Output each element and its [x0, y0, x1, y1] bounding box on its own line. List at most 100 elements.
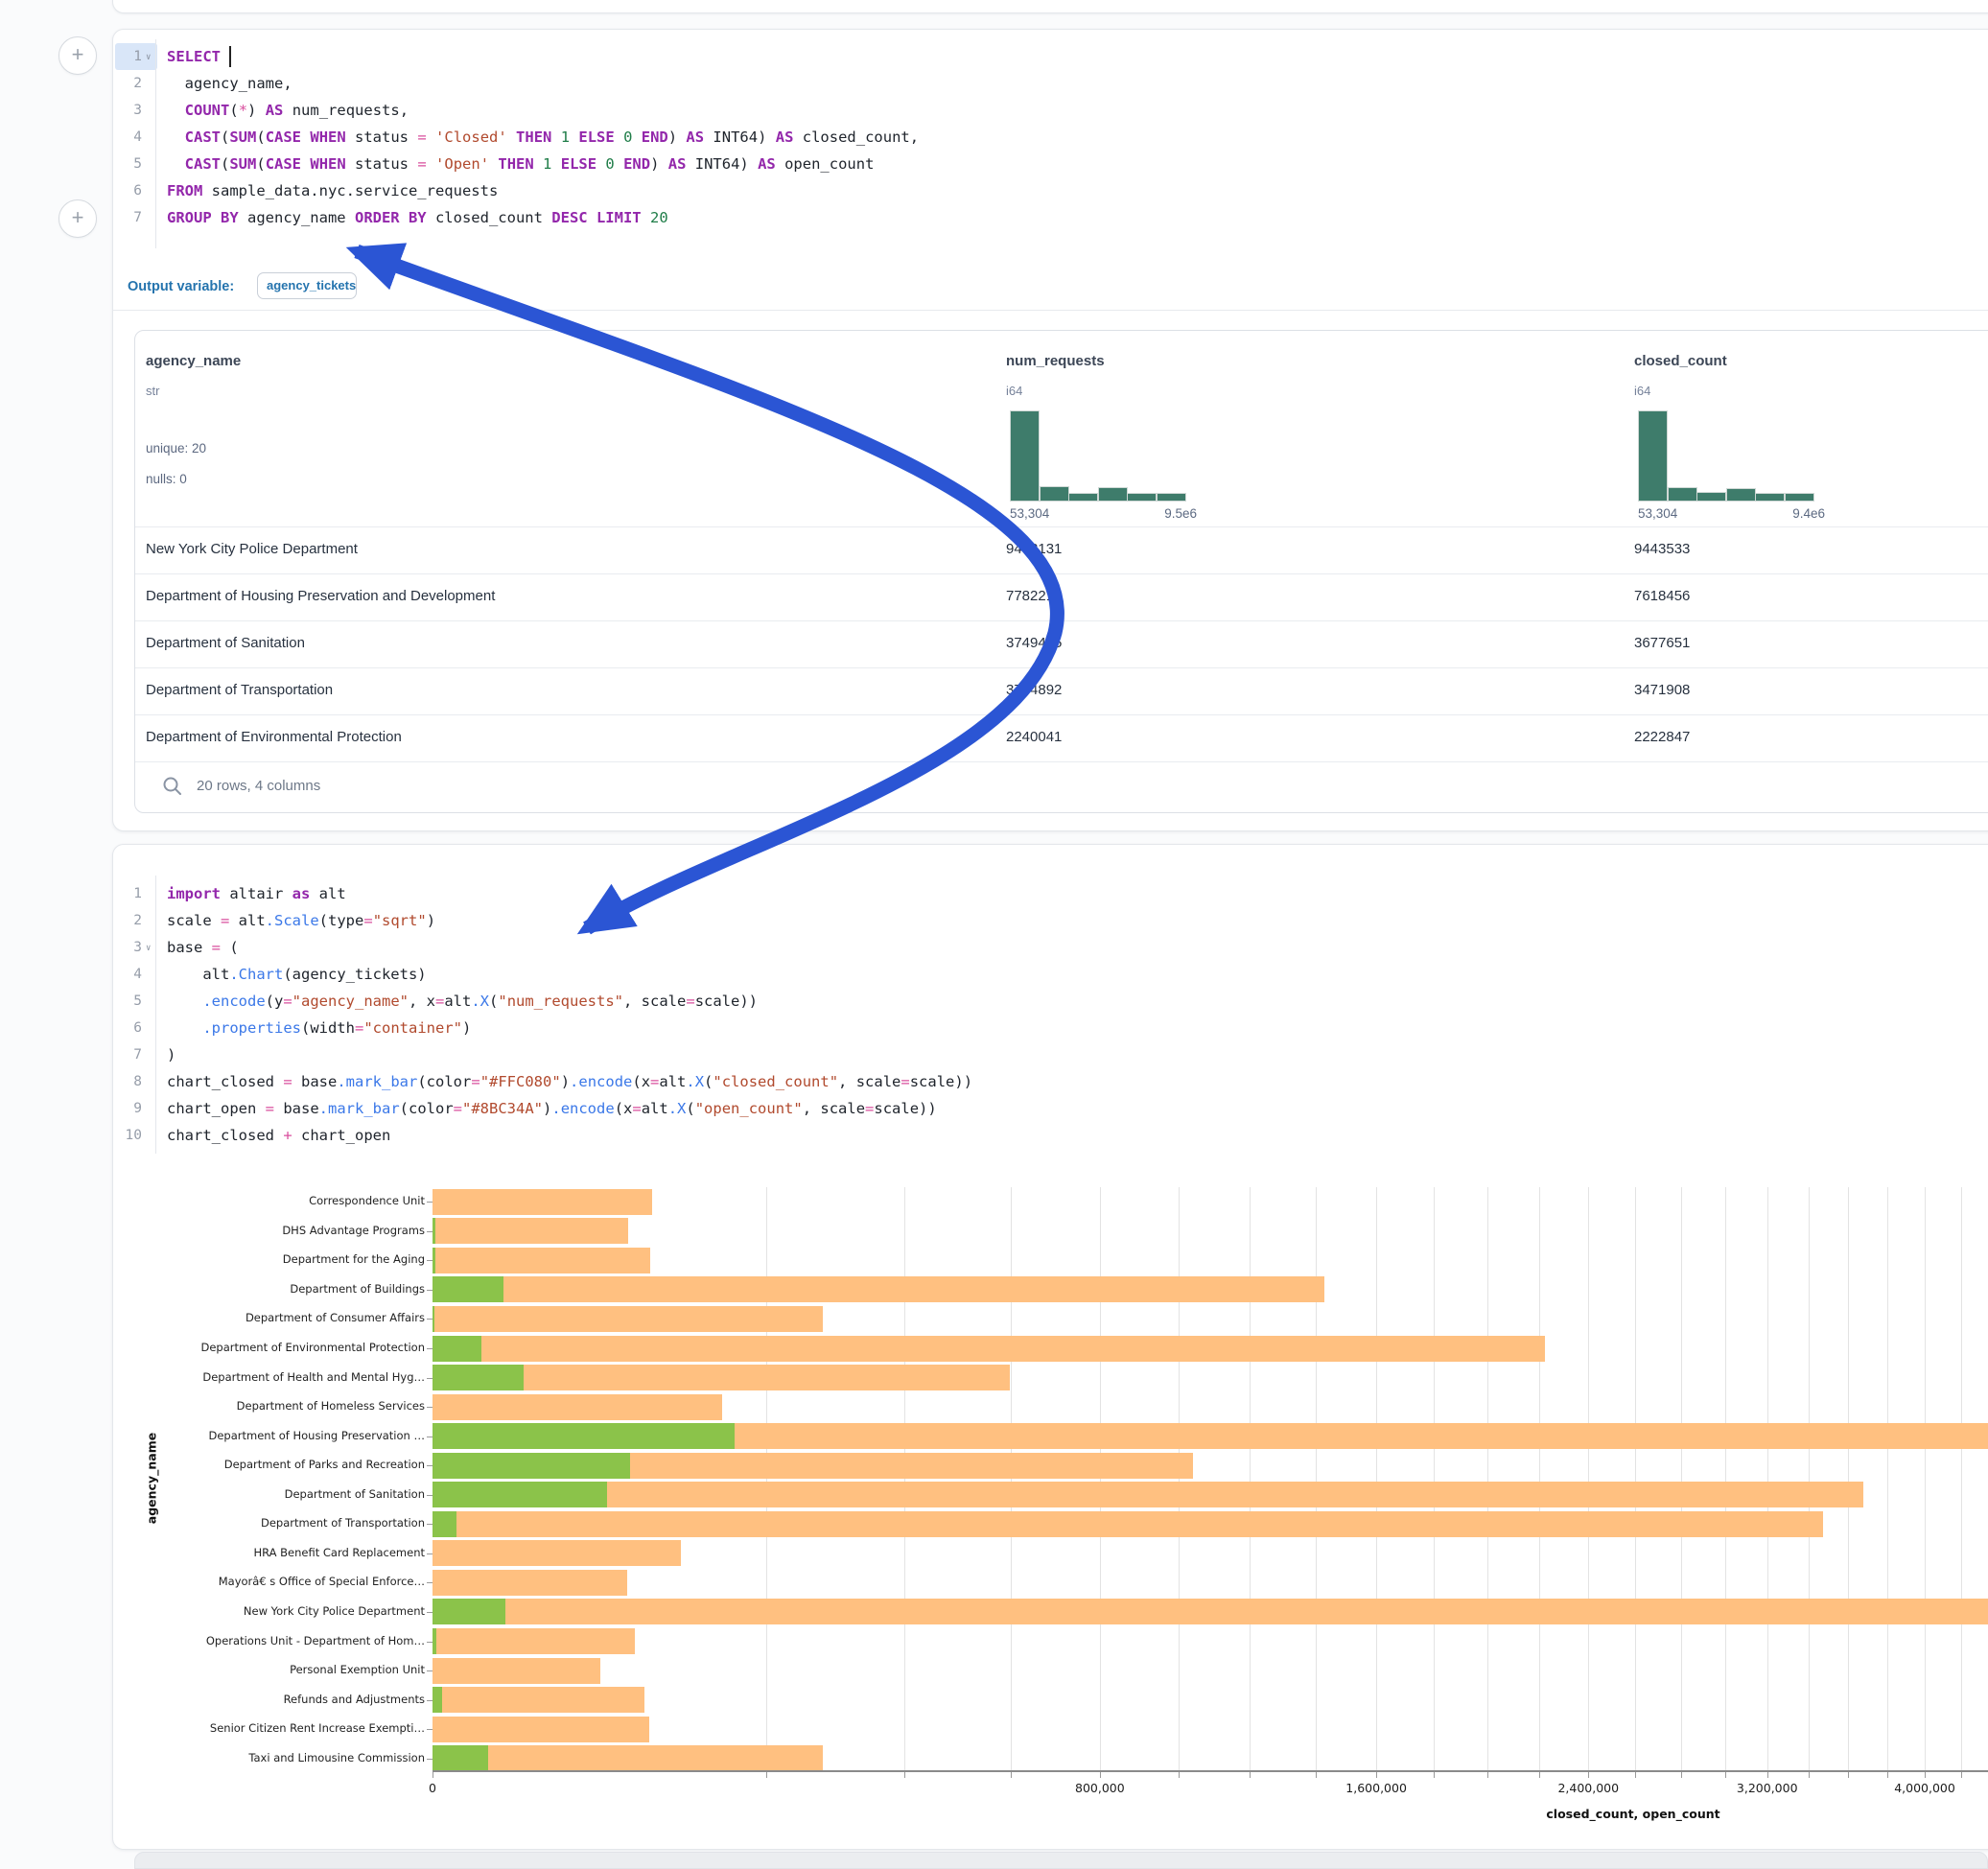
- bar-open-count: [433, 1218, 435, 1244]
- table-cell-num: 3774892: [1006, 682, 1062, 698]
- line-number: 3: [113, 97, 142, 124]
- gridline: [1681, 1187, 1682, 1770]
- histogram-max-label: 9.5e6: [1164, 506, 1197, 521]
- table-row[interactable]: Department of Housing Preservation and D…: [135, 573, 1988, 621]
- column-header[interactable]: closed_count: [1634, 353, 1727, 369]
- text-cursor: [229, 46, 231, 67]
- gridline: [1487, 1187, 1488, 1770]
- column-stat: nulls: 0: [146, 472, 187, 486]
- code-line[interactable]: 4 CAST(SUM(CASE WHEN status = 'Closed' T…: [113, 124, 1988, 151]
- cell-divider: [113, 310, 1988, 311]
- histogram-max-label: 9.4e6: [1792, 506, 1825, 521]
- y-axis-label: Department of Buildings: [137, 1282, 425, 1296]
- gridline: [1316, 1187, 1317, 1770]
- column-stat: unique: 20: [146, 441, 206, 456]
- y-axis-label: Department of Consumer Affairs: [137, 1311, 425, 1324]
- y-axis-label: Mayorâ€ s Office of Special Enforce…: [137, 1575, 425, 1588]
- y-axis-label: Department of Sanitation: [137, 1487, 425, 1501]
- bar-closed-count: [433, 1628, 635, 1654]
- line-number: 6: [113, 177, 142, 204]
- bar-closed-count: [433, 1482, 1863, 1507]
- gridline: [1925, 1187, 1926, 1770]
- y-axis-label: Personal Exemption Unit: [137, 1663, 425, 1676]
- line-number: 5: [113, 151, 142, 177]
- histogram-min-label: 53,304: [1010, 506, 1049, 521]
- fold-chevron-icon[interactable]: ∨: [146, 44, 151, 71]
- bar-closed-count: [433, 1218, 628, 1244]
- y-axis-label: New York City Police Department: [137, 1604, 425, 1618]
- gridline: [1376, 1187, 1377, 1770]
- gridline: [1635, 1187, 1636, 1770]
- add-cell-button-top[interactable]: +: [58, 36, 97, 75]
- bar-closed-count: [433, 1540, 681, 1566]
- bar-closed-count: [433, 1717, 649, 1742]
- table-cell-agency: Department of Transportation: [146, 682, 333, 698]
- column-header[interactable]: agency_name: [146, 353, 241, 369]
- bar-open-count: [433, 1365, 524, 1390]
- code-text: GROUP BY agency_name ORDER BY closed_cou…: [167, 204, 668, 231]
- y-axis-label: Department of Environmental Protection: [137, 1341, 425, 1354]
- table-row[interactable]: Department of Environmental Protection22…: [135, 714, 1988, 762]
- y-axis-label: Taxi and Limousine Commission: [137, 1751, 425, 1764]
- code-text: FROM sample_data.nyc.service_requests: [167, 177, 498, 204]
- bar-closed-count: [433, 1570, 627, 1596]
- bar-closed-count: [433, 1248, 650, 1273]
- bar-closed-count: [433, 1276, 1324, 1302]
- code-line[interactable]: 2 agency_name,: [113, 70, 1988, 97]
- table-cell-agency: Department of Sanitation: [146, 635, 305, 651]
- column-header[interactable]: num_requests: [1006, 353, 1105, 369]
- output-variable-input[interactable]: agency_tickets: [257, 272, 357, 299]
- bar-closed-count: [433, 1511, 1823, 1537]
- gridline: [904, 1187, 905, 1770]
- bar-open-count: [433, 1423, 735, 1449]
- bar-open-count: [433, 1276, 503, 1302]
- table-cell-closed: 3677651: [1634, 635, 1690, 651]
- table-cell-closed: 3471908: [1634, 682, 1690, 698]
- table-cell-num: 9453131: [1006, 541, 1062, 557]
- sql-cell: 1∨SELECT 2 agency_name,3 COUNT(*) AS num…: [112, 29, 1988, 831]
- x-axis-title: closed_count, open_count: [1537, 1807, 1729, 1821]
- y-axis-label: DHS Advantage Programs: [137, 1224, 425, 1237]
- table-cell-closed: 7618456: [1634, 588, 1690, 604]
- gridline: [1809, 1187, 1810, 1770]
- search-icon[interactable]: [162, 776, 183, 797]
- code-line[interactable]: 1∨SELECT: [113, 43, 1988, 70]
- y-axis-label: HRA Benefit Card Replacement: [137, 1546, 425, 1559]
- bar-closed-count: [433, 1394, 722, 1420]
- x-axis-line: [433, 1770, 1988, 1772]
- gridline: [1434, 1187, 1435, 1770]
- table-cell-agency: New York City Police Department: [146, 541, 358, 557]
- gridline: [1961, 1187, 1962, 1770]
- code-text: CAST(SUM(CASE WHEN status = 'Closed' THE…: [167, 124, 919, 151]
- result-table-footer[interactable]: 20 rows, 4 columns: [135, 761, 1988, 812]
- code-line[interactable]: 5 CAST(SUM(CASE WHEN status = 'Open' THE…: [113, 151, 1988, 177]
- table-row[interactable]: Department of Sanitation37494853677651: [135, 620, 1988, 668]
- bar-closed-count: [433, 1599, 1988, 1624]
- code-text: SELECT: [167, 43, 229, 70]
- y-axis-label: Department of Transportation: [137, 1516, 425, 1530]
- previous-cell-bottom-edge: [112, 0, 1988, 13]
- gridline: [1767, 1187, 1768, 1770]
- y-axis-label: Operations Unit - Department of Hom…: [137, 1634, 425, 1647]
- y-axis-title: agency_name: [145, 1412, 159, 1546]
- bar-open-count: [433, 1511, 456, 1537]
- next-cell-top-edge: [134, 1852, 1988, 1869]
- code-line[interactable]: 6 FROM sample_data.nyc.service_requests: [113, 177, 1988, 204]
- table-row[interactable]: Department of Transportation 3774892 34719…: [135, 667, 1988, 715]
- table-row[interactable]: New York City Police Department945313194…: [135, 526, 1988, 574]
- bar-open-count: [433, 1336, 481, 1362]
- y-axis-label: Department of Health and Mental Hyg…: [137, 1370, 425, 1384]
- code-line[interactable]: 7GROUP BY agency_name ORDER BY closed_co…: [113, 204, 1988, 231]
- sql-code-editor[interactable]: 1∨SELECT 2 agency_name,3 COUNT(*) AS num…: [113, 30, 1988, 269]
- gridline: [1848, 1187, 1849, 1770]
- x-axis-tick-label: 4,000,000: [1867, 1781, 1982, 1795]
- bar-closed-count: [433, 1745, 823, 1771]
- y-axis-label: Department of Parks and Recreation: [137, 1458, 425, 1471]
- code-line[interactable]: 3 COUNT(*) AS num_requests,: [113, 97, 1988, 124]
- line-number: 2: [113, 70, 142, 97]
- column-histogram: [1010, 412, 1185, 502]
- bar-open-count: [433, 1745, 488, 1771]
- x-axis-tick-label: 3,200,000: [1710, 1781, 1825, 1795]
- add-cell-button-output[interactable]: +: [58, 199, 97, 238]
- y-axis-label: Department for the Aging: [137, 1252, 425, 1266]
